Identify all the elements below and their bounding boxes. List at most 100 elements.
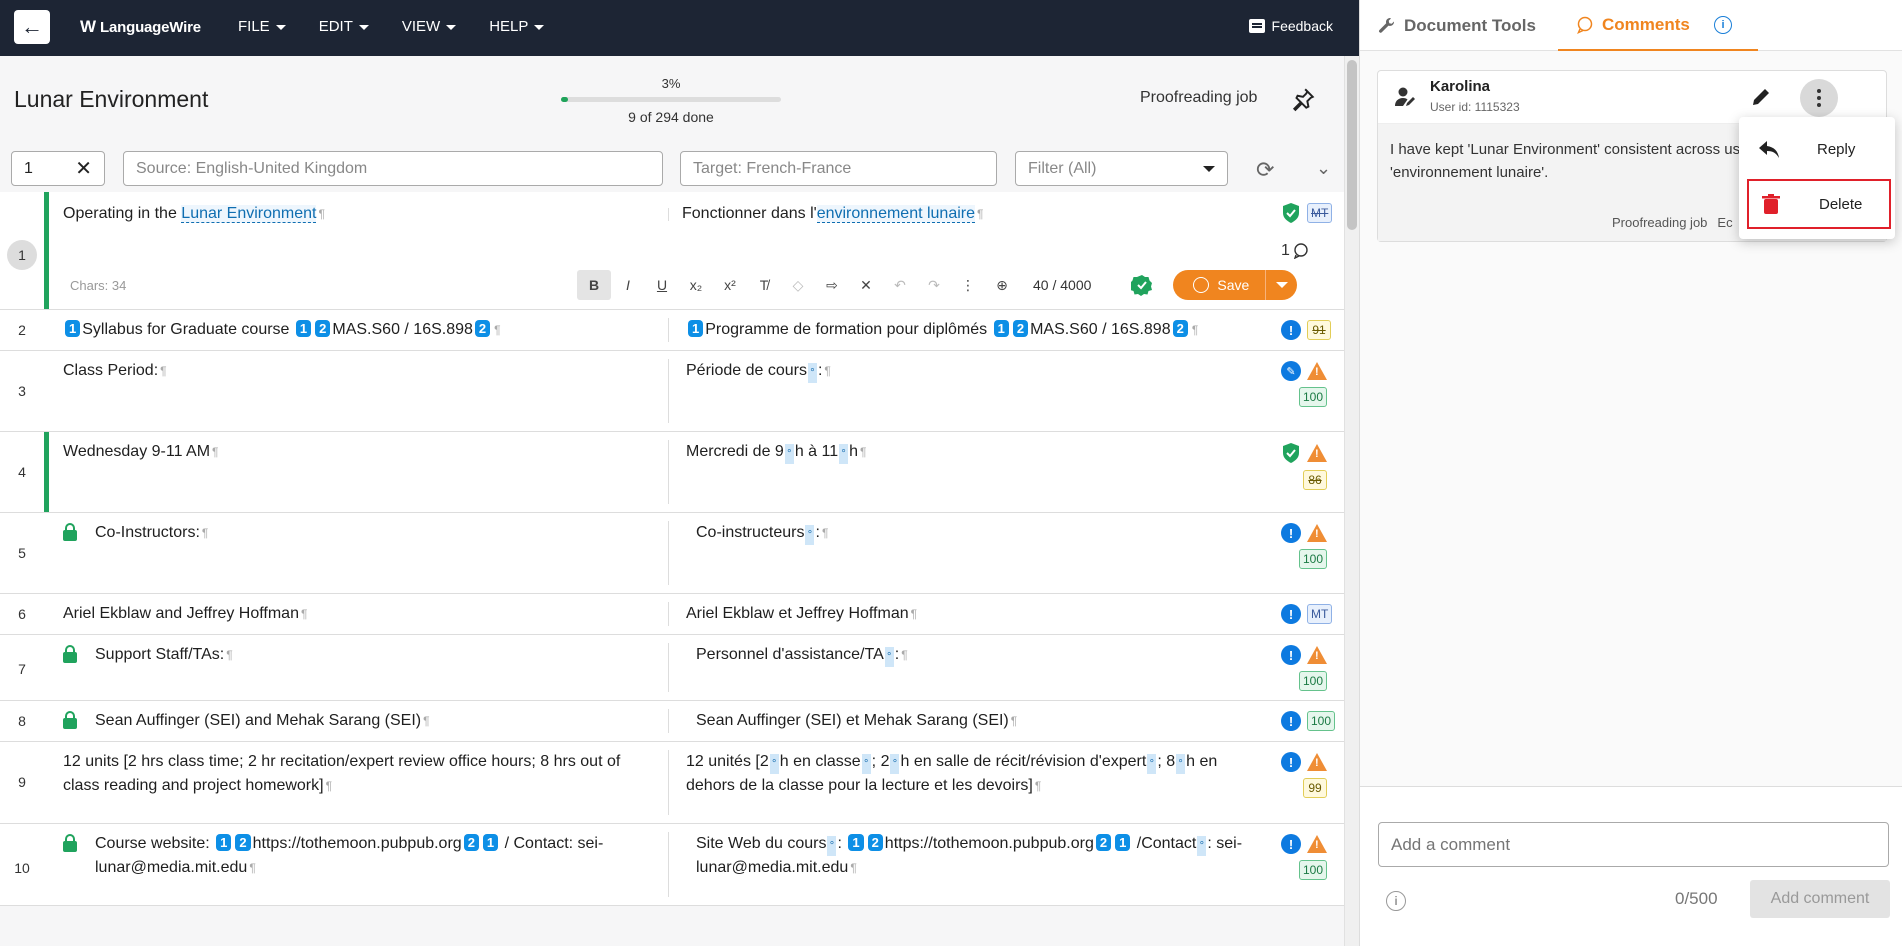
segment-row[interactable]: 1 Operating in the Lunar Environment ¶ Fo… [0, 192, 1344, 310]
redo-icon[interactable]: ↷ [917, 270, 951, 300]
info-icon[interactable]: ! [1281, 834, 1301, 854]
save-options-button[interactable] [1265, 270, 1297, 300]
inline-tag[interactable]: 1 [1115, 834, 1131, 851]
subscript-button[interactable]: x₂ [679, 270, 713, 300]
menu-edit[interactable]: EDIT [319, 18, 369, 35]
info-icon[interactable]: ! [1281, 711, 1301, 731]
add-comment-icon[interactable]: ⊕ [985, 270, 1019, 300]
target-text[interactable]: Sean Auffinger (SEI) et Mehak Sarang (SE… [696, 709, 1276, 733]
inline-tag[interactable]: 2 [1172, 320, 1188, 337]
segment-row[interactable]: 9 12 units [2 hrs class time; 2 hr recit… [0, 742, 1344, 824]
menu-file[interactable]: FILE [238, 18, 286, 35]
clear-format-icon[interactable]: T̸ [747, 270, 781, 300]
inline-tag[interactable]: 2 [315, 320, 331, 337]
add-comment-button[interactable]: Add comment [1750, 880, 1890, 918]
warning-icon[interactable] [1307, 362, 1327, 380]
inline-tag[interactable]: 1 [65, 320, 81, 337]
target-text[interactable]: Ariel Ekblaw et Jeffrey Hoffman ¶ [686, 602, 1266, 626]
inline-tag[interactable]: 2 [235, 834, 251, 851]
target-text[interactable]: Personnel d'assistance/TA °: ¶ [696, 643, 1276, 667]
target-search-input[interactable]: Target: French-France [680, 151, 997, 186]
inline-tag[interactable]: 1 [482, 834, 499, 851]
save-button[interactable]: Save [1173, 270, 1265, 300]
inline-tag[interactable]: 1 [216, 834, 232, 851]
underline-button[interactable]: U [645, 270, 679, 300]
segment-row[interactable]: 4 Wednesday 9-11 AM ¶ Mercredi de 9 ° h à 1… [0, 432, 1344, 513]
warning-icon[interactable] [1307, 524, 1327, 542]
target-text-editor[interactable]: Fonctionner dans l'environnement lunaire… [682, 202, 1262, 226]
target-text[interactable]: 12 unités [2 ° h en classe °; 2 ° h en salle … [686, 750, 1261, 798]
copy-source-icon[interactable]: ⇨ [815, 270, 849, 300]
info-icon[interactable]: ! [1281, 752, 1301, 772]
editor-scrollbar[interactable] [1344, 56, 1359, 946]
target-text-part: : [837, 835, 847, 852]
target-text[interactable]: Co-instructeurs °: ¶ [696, 521, 1276, 545]
segment-row[interactable]: 6 Ariel Ekblaw and Jeffrey Hoffman ¶ Arie… [0, 594, 1344, 635]
tag-icon[interactable]: ◇ [781, 270, 815, 300]
comment-input[interactable] [1378, 822, 1889, 867]
italic-button[interactable]: I [611, 270, 645, 300]
progress-bar [561, 97, 781, 102]
warning-icon[interactable] [1307, 835, 1327, 853]
filter-select-value: Filter (All) [1028, 159, 1097, 177]
menu-help[interactable]: HELP [489, 18, 545, 35]
segment-row[interactable]: 7 Support Staff/TAs: ¶ Personnel d'assist… [0, 635, 1344, 701]
info-icon[interactable]: ! [1281, 523, 1301, 543]
tab-document-tools[interactable]: Document Tools [1378, 0, 1536, 51]
scrollbar-thumb[interactable] [1347, 60, 1357, 230]
segment-row[interactable]: 3 Class Period:¶ Période de cours°:¶ ✎ 1… [0, 351, 1344, 432]
info-icon[interactable]: i [1714, 16, 1732, 34]
filter-select[interactable]: Filter (All) [1015, 151, 1228, 186]
feedback-button[interactable]: Feedback [1248, 18, 1333, 34]
term-highlight[interactable]: Lunar Environment [181, 205, 317, 223]
warning-icon[interactable] [1307, 444, 1327, 462]
undo-icon[interactable]: ↶ [883, 270, 917, 300]
target-text-part: h en salle de récit/révision d'expert [900, 753, 1147, 770]
info-icon[interactable]: ! [1281, 320, 1301, 340]
target-text[interactable]: 1 Programme de formation pour diplômés 12… [686, 318, 1266, 342]
more-options-icon[interactable]: ⋮ [951, 270, 985, 300]
lock-icon [62, 523, 78, 541]
inline-tag[interactable]: 2 [867, 834, 883, 851]
clear-icon[interactable]: ✕ [75, 156, 92, 181]
inline-tag[interactable]: 2 [1012, 320, 1029, 337]
comment-count[interactable]: 1 [1281, 242, 1309, 260]
info-icon[interactable]: ! [1281, 604, 1301, 624]
target-text[interactable]: Mercredi de 9 ° h à 11 ° h ¶ [686, 440, 1266, 464]
comment-more-button[interactable] [1800, 79, 1838, 117]
segment-search-field[interactable]: 1 ✕ [11, 151, 105, 186]
segment-row[interactable]: 5 Co-Instructors: ¶ Co-instructeurs °: ¶ ! … [0, 513, 1344, 594]
term-highlight[interactable]: environnement lunaire [816, 205, 976, 223]
wrench-icon [1379, 17, 1395, 33]
target-text[interactable]: Site Web du cours °: 1 2 https://tothemoon.… [696, 832, 1261, 880]
inline-tag[interactable]: 1 [993, 320, 1009, 337]
segment-row[interactable]: 10 Course website: 1 2 https://tothemoon.p… [0, 824, 1344, 906]
inline-tag[interactable]: 2 [1095, 834, 1112, 851]
match-badge: 100 [1298, 860, 1327, 880]
segment-row[interactable]: 2 1 Syllabus for Graduate course 1 2 MAS.S6… [0, 310, 1344, 351]
menu-item-delete[interactable]: Delete [1747, 179, 1891, 229]
info-icon[interactable]: i [1386, 891, 1406, 911]
source-search-input[interactable]: Source: English-United Kingdom [123, 151, 663, 186]
menu-item-reply[interactable]: Reply [1747, 124, 1891, 174]
clear-target-icon[interactable]: ✕ [849, 270, 883, 300]
warning-icon[interactable] [1307, 646, 1327, 664]
edited-icon[interactable]: ✎ [1281, 361, 1301, 381]
chevron-down-icon[interactable]: ⌄ [1316, 158, 1331, 179]
inline-tag[interactable]: 2 [463, 834, 479, 851]
inline-tag[interactable]: 2 [474, 320, 491, 337]
back-button[interactable]: ← [14, 10, 50, 44]
pin-icon[interactable] [1290, 86, 1316, 112]
pencil-icon[interactable] [1750, 86, 1772, 108]
segment-row[interactable]: 8 Sean Auffinger (SEI) and Mehak Sarang … [0, 701, 1344, 742]
info-icon[interactable]: ! [1281, 645, 1301, 665]
inline-tag[interactable]: 1 [848, 834, 864, 851]
inline-tag[interactable]: 1 [688, 320, 704, 337]
refresh-icon[interactable]: ⟳ [1256, 157, 1274, 183]
bold-button[interactable]: B [577, 270, 611, 300]
inline-tag[interactable]: 1 [295, 320, 312, 337]
superscript-button[interactable]: x² [713, 270, 747, 300]
target-text[interactable]: Période de cours °: ¶ [686, 359, 1266, 383]
warning-icon[interactable] [1307, 753, 1327, 771]
menu-view[interactable]: VIEW [402, 18, 457, 35]
